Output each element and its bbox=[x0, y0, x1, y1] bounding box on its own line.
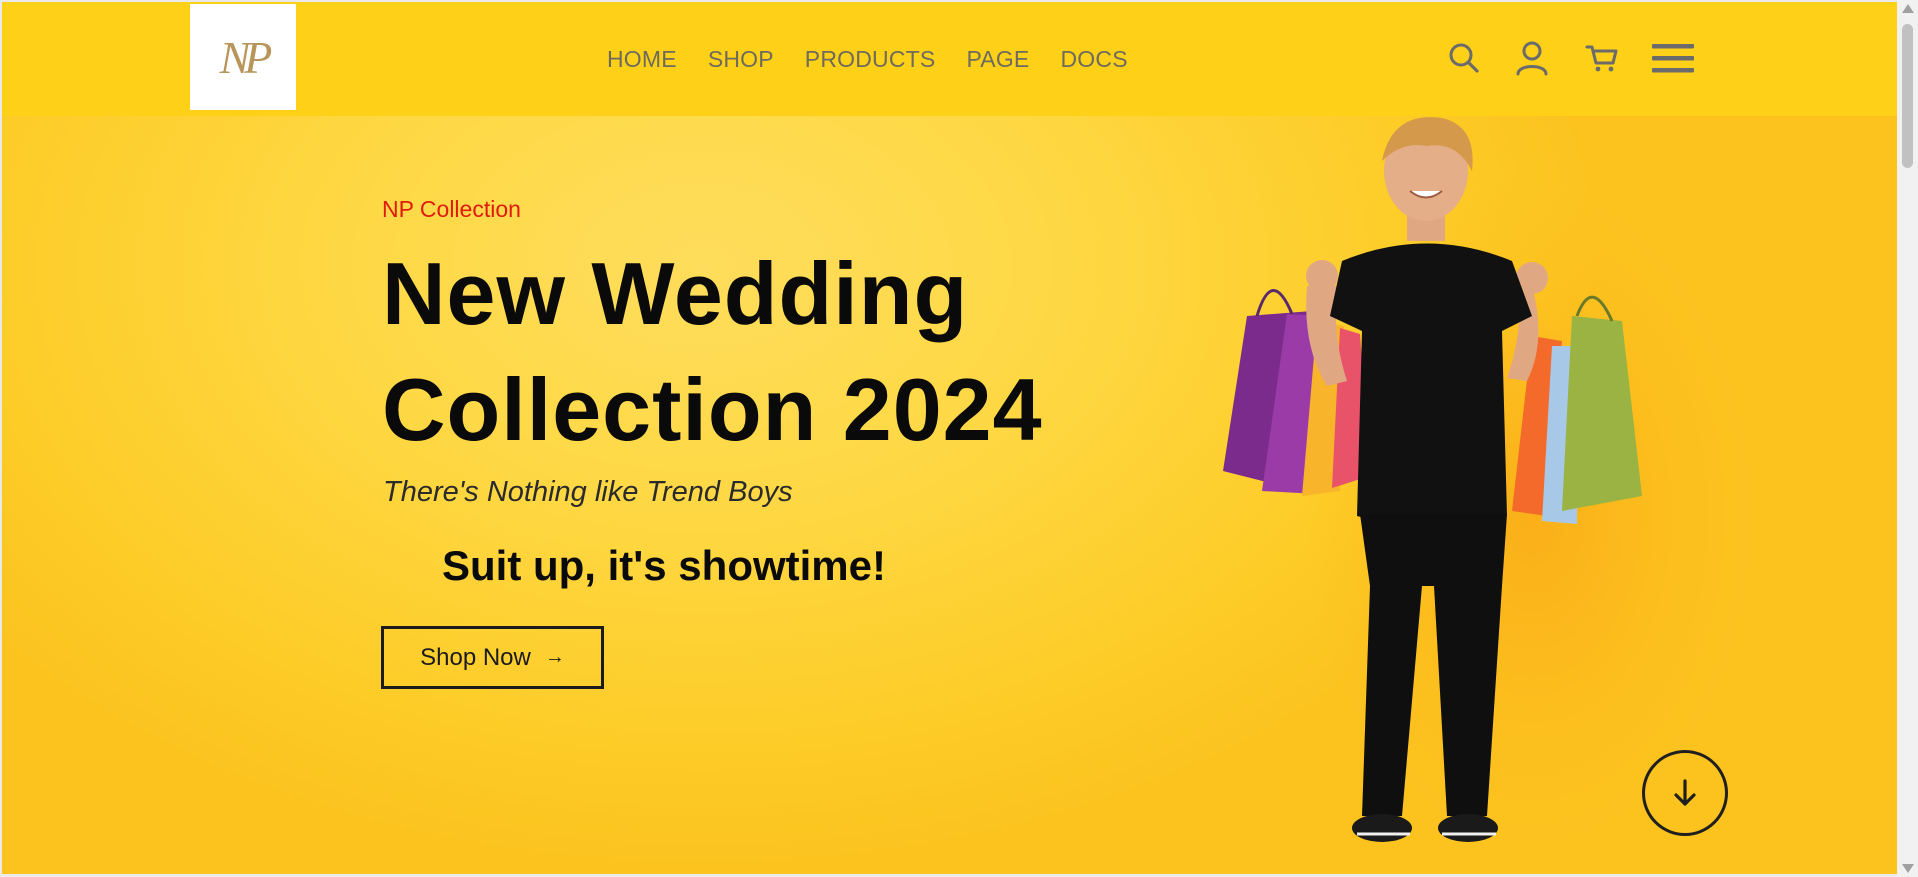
scroll-down-arrow-icon[interactable] bbox=[1902, 864, 1914, 873]
cart-icon[interactable] bbox=[1582, 38, 1622, 78]
scroll-up-arrow-icon[interactable] bbox=[1902, 4, 1914, 13]
logo-monogram: NP bbox=[219, 31, 273, 83]
page-scrollbar[interactable] bbox=[1897, 0, 1918, 877]
hero-banner: NP Collection New Wedding Collection 202… bbox=[2, 116, 1897, 874]
hero-headline-line2: Collection 2024 bbox=[382, 360, 1043, 459]
scrollbar-thumb[interactable] bbox=[1902, 24, 1913, 168]
nav-home[interactable]: HOME bbox=[607, 46, 677, 73]
scroll-down-button[interactable] bbox=[1642, 750, 1728, 836]
hero-tagline: There's Nothing like Trend Boys bbox=[383, 476, 793, 508]
hero-eyebrow: NP Collection bbox=[382, 196, 521, 222]
hero-model-image bbox=[1223, 117, 1642, 842]
main-nav: HOME SHOP PRODUCTS PAGE DOCS bbox=[607, 46, 1128, 73]
nav-page[interactable]: PAGE bbox=[966, 46, 1029, 73]
user-icon[interactable] bbox=[1512, 38, 1552, 78]
site-logo[interactable]: NP bbox=[190, 4, 296, 110]
search-icon[interactable] bbox=[1444, 38, 1484, 78]
nav-shop[interactable]: SHOP bbox=[708, 46, 774, 73]
arrow-right-icon: → bbox=[544, 646, 565, 668]
nav-docs[interactable]: DOCS bbox=[1060, 46, 1127, 73]
site-header: NP HOME SHOP PRODUCTS PAGE DOCS bbox=[2, 2, 1897, 116]
shop-now-button[interactable]: Shop Now → bbox=[381, 626, 604, 689]
page-viewport: NP HOME SHOP PRODUCTS PAGE DOCS NP Colle… bbox=[0, 0, 1897, 877]
menu-icon[interactable] bbox=[1650, 38, 1696, 78]
arrow-down-icon bbox=[1674, 779, 1696, 806]
shop-now-label: Shop Now bbox=[420, 643, 531, 671]
hero-headline: New Wedding Collection 2024 bbox=[382, 236, 1043, 468]
hero-headline-line1: New Wedding bbox=[382, 244, 969, 343]
hero-slogan: Suit up, it's showtime! bbox=[442, 542, 886, 589]
nav-products[interactable]: PRODUCTS bbox=[805, 46, 936, 73]
